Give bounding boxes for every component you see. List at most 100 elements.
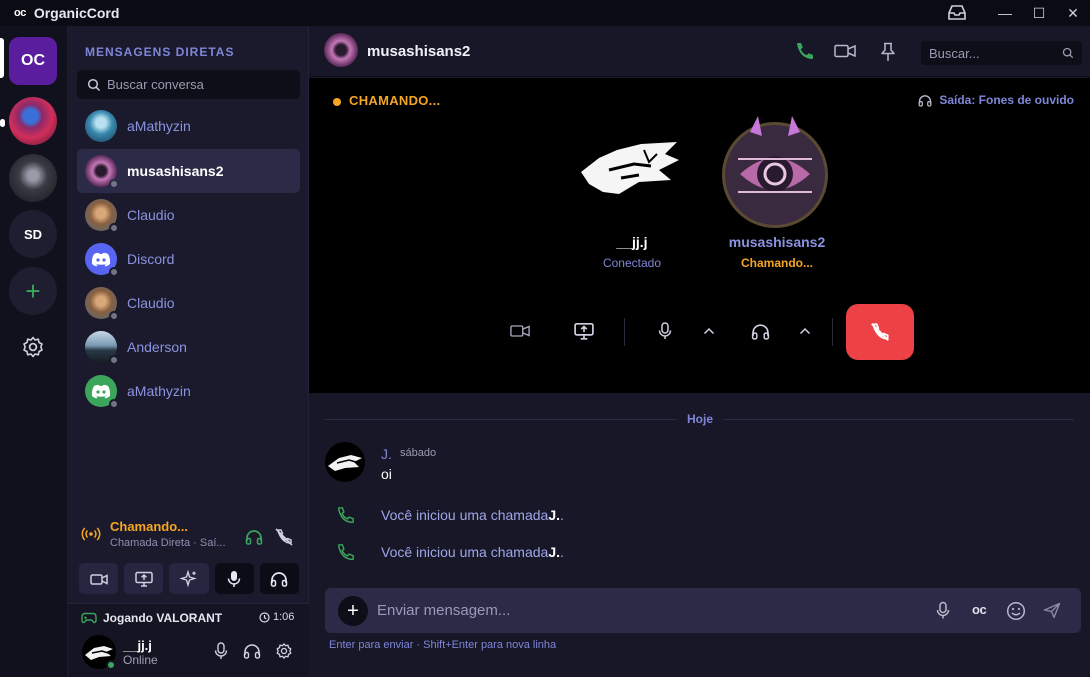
- message-composer[interactable]: + Enviar mensagem... oc: [325, 588, 1081, 633]
- chevron-up-icon[interactable]: [799, 327, 811, 335]
- mic-button[interactable]: [214, 563, 254, 594]
- minimize-button[interactable]: —: [988, 5, 1022, 21]
- discord-logo-icon: [91, 252, 111, 266]
- system-message-suffix: .: [560, 507, 564, 523]
- add-server-button[interactable]: +: [9, 267, 57, 315]
- video-camera-icon: [89, 573, 108, 585]
- hang-up-icon: [871, 323, 889, 341]
- status-dot: [109, 355, 119, 365]
- call-status-subtitle: Chamada Direta · Saí...: [110, 537, 226, 549]
- dm-item-claudio-2[interactable]: Claudio: [77, 281, 300, 325]
- dm-item-amathyzin-2[interactable]: aMathyzin: [77, 369, 300, 413]
- emoji-icon[interactable]: [1006, 601, 1026, 621]
- headphones-icon[interactable]: [245, 529, 263, 545]
- clock-icon: [259, 612, 270, 623]
- video-camera-icon[interactable]: [510, 323, 530, 339]
- dm-item-discord[interactable]: Discord: [77, 237, 300, 281]
- microphone-icon[interactable]: [658, 322, 672, 340]
- dm-item-claudio[interactable]: Claudio: [77, 193, 300, 237]
- activities-button[interactable]: [169, 563, 209, 594]
- user-status: Online: [123, 653, 158, 667]
- headphones-icon[interactable]: [751, 323, 770, 340]
- hang-up-button[interactable]: [846, 304, 914, 360]
- server-avatar-1[interactable]: [9, 97, 57, 145]
- pin-icon[interactable]: [880, 42, 896, 62]
- message-author[interactable]: J.: [381, 446, 392, 462]
- participant1-status: Conectado: [602, 256, 662, 270]
- headphones-button[interactable]: [259, 563, 300, 594]
- inbox-icon[interactable]: [946, 4, 968, 22]
- dm-panel: MENSAGENS DIRETAS Buscar conversa aMathy…: [68, 26, 309, 677]
- system-message-user: J.: [548, 507, 561, 523]
- date-divider-label: Hoje: [677, 412, 724, 426]
- dm-item-amathyzin[interactable]: aMathyzin: [77, 104, 300, 148]
- user-panel: Jogando VALORANT 1:06 __jj.j Online: [68, 603, 309, 677]
- separator: [832, 318, 833, 346]
- send-icon[interactable]: [1043, 602, 1061, 619]
- microphone-icon[interactable]: [936, 601, 950, 620]
- dm-item-label: musashisans2: [127, 163, 224, 179]
- participant2-avatar-art: [722, 116, 828, 228]
- status-dot: [109, 223, 119, 233]
- avatar: [85, 331, 119, 365]
- title-bar: oc OrganicCord — ☐ ✕: [0, 0, 1090, 26]
- settings-icon[interactable]: [21, 335, 45, 359]
- dm-section-title: MENSAGENS DIRETAS: [85, 45, 235, 59]
- settings-icon[interactable]: [275, 642, 293, 660]
- maximize-button[interactable]: ☐: [1022, 5, 1056, 22]
- server-sd[interactable]: SD: [9, 210, 57, 258]
- activity-text: Jogando VALORANT: [103, 611, 223, 625]
- organiccord-logo-icon[interactable]: oc: [972, 602, 987, 617]
- activity-time: 1:06: [273, 611, 295, 623]
- system-message-user: J.: [548, 544, 561, 560]
- dm-search-input[interactable]: Buscar conversa: [77, 70, 300, 99]
- headphones-icon: [271, 571, 288, 587]
- dm-search-placeholder: Buscar conversa: [107, 77, 204, 92]
- headphones-icon[interactable]: [243, 643, 261, 659]
- video-camera-icon[interactable]: [834, 43, 856, 59]
- gamepad-icon: [81, 612, 97, 624]
- header-username: musashisans2: [367, 43, 471, 60]
- message-avatar-art: [328, 455, 362, 471]
- message-avatar[interactable]: [325, 442, 365, 482]
- screen-share-button[interactable]: [124, 563, 164, 594]
- avatar: [85, 199, 119, 233]
- message-timestamp: sábado: [400, 447, 437, 459]
- main-area: musashisans2 Buscar... CHAMANDO... Saída…: [309, 26, 1090, 677]
- discord-logo-icon: [91, 384, 111, 398]
- screen-share-icon[interactable]: [574, 322, 594, 340]
- header-avatar: [324, 33, 358, 67]
- status-dot: [109, 399, 119, 409]
- header-search-input[interactable]: Buscar...: [921, 41, 1082, 65]
- audio-output-label: Saída: Fones de ouvido: [939, 93, 1074, 107]
- microphone-icon[interactable]: [214, 642, 228, 660]
- avatar: [85, 110, 117, 142]
- dm-item-label: aMathyzin: [127, 383, 191, 399]
- username: __jj.j: [123, 638, 152, 653]
- dm-item-musashisans2[interactable]: musashisans2: [77, 149, 300, 193]
- dm-item-anderson[interactable]: Anderson: [77, 325, 300, 369]
- message-input-placeholder: Enviar mensagem...: [377, 602, 511, 619]
- search-icon: [87, 78, 101, 91]
- dm-item-label: Claudio: [127, 207, 175, 223]
- camera-button[interactable]: [79, 563, 119, 594]
- participant1-name: __jj.j: [616, 234, 648, 250]
- phone-icon[interactable]: [793, 41, 815, 63]
- close-button[interactable]: ✕: [1056, 5, 1090, 22]
- app-title: OrganicCord: [33, 5, 120, 21]
- avatar: [85, 375, 119, 409]
- headphones-icon: [918, 95, 932, 107]
- participant2-name: musashisans2: [728, 234, 826, 250]
- voice-call-status: Chamando... Chamada Direta · Saí...: [68, 516, 309, 558]
- chevron-up-icon[interactable]: [703, 327, 715, 335]
- search-icon: [1062, 47, 1074, 59]
- server-avatar-2[interactable]: [9, 154, 57, 202]
- voice-call-panel: CHAMANDO... Saída: Fones de ouvido __jj.…: [309, 78, 1090, 393]
- attach-button[interactable]: +: [338, 596, 368, 626]
- message-text: oi: [381, 466, 392, 482]
- chat-header: musashisans2 Buscar...: [309, 26, 1090, 77]
- app-home-button[interactable]: OC: [9, 37, 57, 85]
- call-status-label: CHAMANDO...: [349, 93, 441, 108]
- disconnect-call-icon[interactable]: [274, 527, 294, 547]
- avatar: [85, 155, 119, 189]
